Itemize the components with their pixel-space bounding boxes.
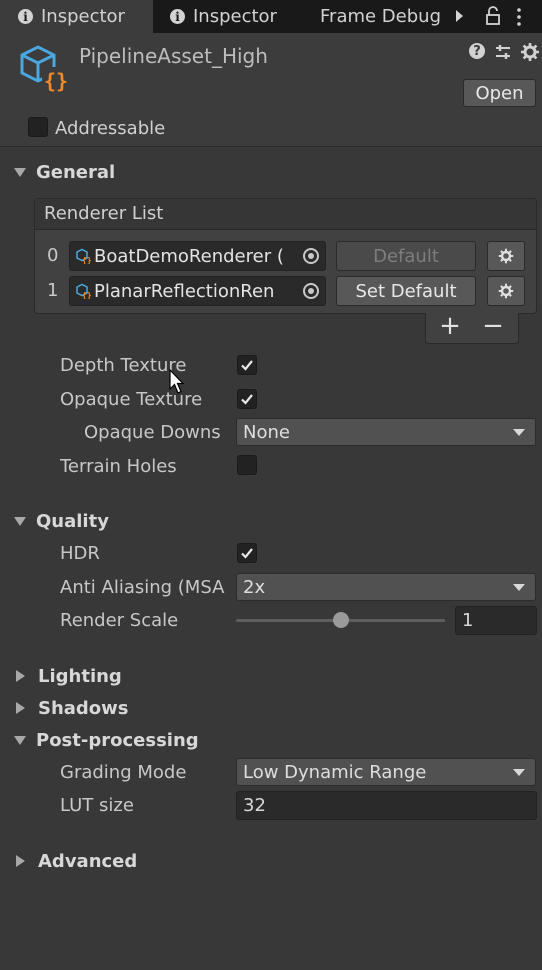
asset-name: PipelineAsset_High (79, 44, 268, 68)
lut-size-field[interactable]: 32 (236, 791, 537, 820)
checkmark-icon (241, 548, 253, 559)
dropdown-value: None (243, 421, 290, 443)
tab-inspector-2[interactable]: i Inspector (160, 0, 300, 33)
opaque-downsampling-label: Opaque Downs (84, 422, 221, 443)
info-icon: i (18, 9, 33, 24)
foldout-expanded-icon (14, 735, 26, 745)
section-advanced[interactable]: Advanced (14, 850, 137, 872)
terrain-holes-label: Terrain Holes (60, 456, 177, 477)
svg-text:{}: {} (82, 291, 91, 299)
add-renderer-button[interactable]: + (439, 311, 461, 341)
renderer-data-icon: {} (76, 248, 91, 264)
svg-text:{}: {} (44, 69, 68, 93)
section-title: Lighting (38, 665, 122, 687)
open-button[interactable]: Open (463, 79, 536, 107)
hdr-checkbox[interactable] (237, 543, 257, 563)
object-picker-icon[interactable] (303, 248, 319, 264)
section-title: Post-processing (36, 729, 199, 751)
renderer-object-field[interactable]: {} PlanarReflectionRen (69, 276, 326, 306)
remove-renderer-button[interactable]: − (482, 311, 504, 341)
foldout-collapsed-icon (16, 855, 25, 867)
dropdown-value: 2x (243, 576, 266, 598)
scriptable-object-icon: {} (20, 45, 68, 93)
grading-mode-label: Grading Mode (60, 762, 187, 783)
addressable-label: Addressable (55, 118, 166, 139)
lut-size-label: LUT size (60, 795, 134, 816)
dropdown-value: Low Dynamic Range (243, 761, 427, 783)
foldout-collapsed-icon (16, 670, 25, 682)
help-icon[interactable]: ? (469, 43, 485, 59)
renderer-settings-button[interactable] (487, 241, 525, 271)
section-title: General (36, 161, 116, 183)
renderer-index: 1 (47, 280, 59, 301)
anti-aliasing-dropdown[interactable]: 2x (236, 573, 536, 601)
svg-text:{}: {} (82, 256, 91, 264)
object-picker-icon[interactable] (303, 283, 319, 299)
section-shadows[interactable]: Shadows (14, 697, 129, 719)
kebab-menu-icon[interactable] (514, 7, 524, 27)
terrain-holes-checkbox[interactable] (237, 455, 257, 475)
render-scale-slider-thumb[interactable] (332, 612, 349, 628)
section-title: Quality (36, 510, 109, 532)
dropdown-arrow-icon (513, 769, 525, 776)
foldout-expanded-icon (14, 167, 26, 177)
checkmark-icon (241, 360, 253, 371)
renderer-index: 0 (47, 245, 59, 266)
dropdown-arrow-icon (513, 584, 525, 591)
grading-mode-dropdown[interactable]: Low Dynamic Range (236, 758, 536, 786)
set-default-button[interactable]: Set Default (336, 276, 476, 306)
section-quality[interactable]: Quality (14, 510, 109, 532)
gear-icon (498, 248, 514, 264)
depth-texture-checkbox[interactable] (237, 355, 257, 375)
hdr-label: HDR (60, 543, 100, 564)
gear-icon (498, 283, 514, 299)
renderer-settings-button[interactable] (487, 276, 525, 306)
opaque-downsampling-dropdown[interactable]: None (236, 418, 536, 446)
dropdown-arrow-icon (513, 429, 525, 436)
section-general[interactable]: General (14, 161, 115, 183)
preset-icon[interactable] (494, 43, 512, 61)
tab-overflow-arrow-icon[interactable] (456, 10, 463, 22)
lock-icon[interactable] (484, 6, 502, 26)
renderer-name: BoatDemoRenderer ( (94, 245, 284, 267)
default-button[interactable]: Default (336, 241, 476, 271)
opaque-texture-label: Opaque Texture (60, 389, 203, 410)
addressable-checkbox[interactable] (28, 117, 48, 137)
tab-label: Inspector (41, 6, 125, 27)
gear-icon[interactable] (520, 42, 540, 62)
foldout-expanded-icon (14, 516, 26, 526)
tab-bar: i Inspector i Inspector Frame Debug (0, 0, 542, 33)
renderer-object-field[interactable]: {} BoatDemoRenderer ( (69, 241, 326, 271)
opaque-texture-checkbox[interactable] (237, 389, 257, 409)
section-lighting[interactable]: Lighting (14, 665, 122, 687)
render-scale-label: Render Scale (60, 610, 179, 631)
tab-label: Frame Debug (320, 6, 441, 27)
section-title: Shadows (38, 697, 129, 719)
tab-frame-debugger[interactable]: Frame Debug (320, 0, 450, 33)
section-title: Advanced (38, 850, 138, 872)
info-icon: i (170, 9, 185, 24)
depth-texture-label: Depth Texture (60, 355, 187, 376)
checkmark-icon (241, 394, 253, 405)
inspector-header: {} PipelineAsset_High ? Open Addressable (0, 33, 542, 146)
renderer-data-icon: {} (76, 283, 91, 299)
renderer-name: PlanarReflectionRen (94, 280, 275, 302)
tab-label: Inspector (193, 6, 277, 27)
renderer-list-title: Renderer List (44, 203, 164, 224)
foldout-collapsed-icon (16, 702, 25, 714)
tab-inspector-active[interactable]: i Inspector (0, 0, 153, 33)
anti-aliasing-label: Anti Aliasing (MSA (60, 577, 225, 598)
divider (0, 146, 542, 147)
render-scale-field[interactable]: 1 (455, 606, 537, 635)
section-post-processing[interactable]: Post-processing (14, 729, 199, 751)
